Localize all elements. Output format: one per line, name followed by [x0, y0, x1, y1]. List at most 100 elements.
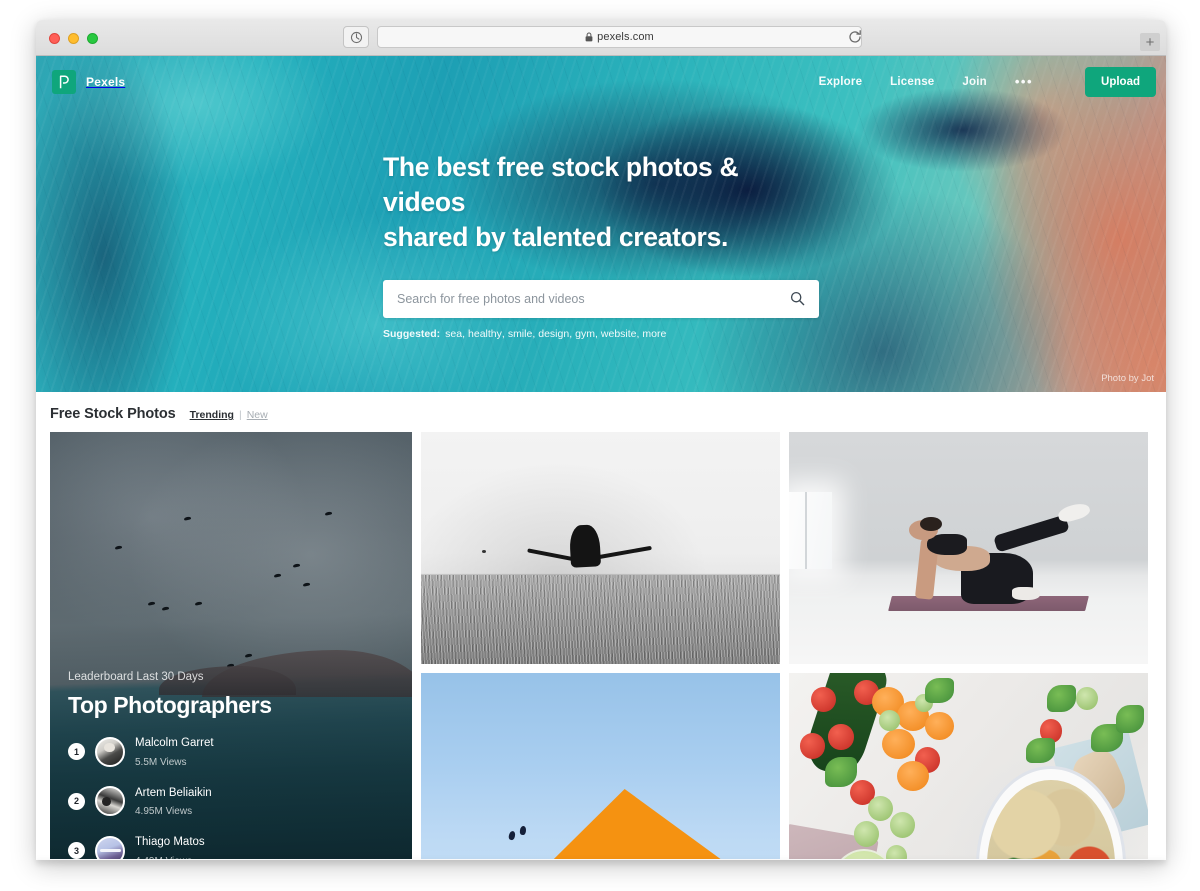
leaderboard: Leaderboard Last 30 Days Top Photographe…	[50, 671, 412, 859]
photo-thumbnail	[789, 432, 1148, 664]
suggested-tag-website[interactable]: website	[601, 328, 637, 340]
reload-button[interactable]	[847, 29, 863, 45]
photo-detail-sprout	[853, 821, 879, 847]
photographer-info: Thiago Matos 4.49M Views	[135, 832, 205, 859]
hero-title-line-1: The best free stock photos & videos	[383, 152, 739, 218]
toggle-separator: |	[238, 409, 242, 421]
photo-detail-sprout	[889, 812, 915, 838]
photographer-views: 5.5M Views	[135, 756, 187, 768]
suggested-tag-sea[interactable]: sea	[445, 328, 462, 340]
photo-detail-herb	[1025, 737, 1055, 764]
top-photographers-card: Leaderboard Last 30 Days Top Photographe…	[50, 432, 412, 859]
photo-detail-window	[789, 492, 833, 569]
nav-item-explore[interactable]: Explore	[819, 76, 863, 88]
leaderboard-kicker: Leaderboard Last 30 Days	[68, 671, 204, 684]
reader-view-button[interactable]	[343, 26, 369, 48]
search-icon	[790, 292, 805, 306]
leaderboard-title: Top Photographers	[68, 692, 272, 719]
photo-thumbnail	[789, 673, 1148, 859]
new-tab-button[interactable]: +	[1140, 33, 1160, 51]
search-input[interactable]	[383, 291, 784, 306]
photo-card-yoga-pose[interactable]	[789, 432, 1148, 664]
hero-title-line-2: shared by talented creators.	[383, 222, 729, 253]
avatar[interactable]	[95, 786, 125, 817]
suggested-tag-smile[interactable]: smile	[508, 328, 533, 340]
hero-photo-credit[interactable]: Photo by Jot	[1101, 373, 1154, 384]
navbar-links: Explore License Join ••• Upload	[819, 67, 1156, 97]
suggested-tag-design[interactable]: design	[538, 328, 569, 340]
tab-new[interactable]: New	[247, 409, 268, 421]
photo-detail-sprout	[867, 795, 894, 822]
search-submit-button[interactable]	[784, 291, 819, 306]
content-section: Free Stock Photos Trending | New Leaderb…	[36, 392, 1166, 859]
close-window-button[interactable]	[49, 33, 60, 44]
nav-item-join[interactable]: Join	[962, 76, 986, 88]
nav-more-menu-button[interactable]: •••	[1015, 75, 1033, 88]
page-title: Free Stock Photos	[50, 406, 176, 422]
screenshot-root: pexels.com + Pexels Explore License Join…	[0, 0, 1200, 891]
photo-thumbnail	[421, 673, 780, 859]
suggested-tag-gym[interactable]: gym	[575, 328, 595, 340]
photo-thumbnail	[421, 432, 780, 664]
suggested-label: Suggested:	[383, 327, 441, 340]
photographer-name[interactable]: Thiago Matos	[135, 836, 205, 848]
leaderboard-row[interactable]: 1 Malcolm Garret 5.5M Views	[68, 733, 394, 770]
hero-title: The best free stock photos & videos shar…	[383, 150, 819, 256]
suggested-tag-healthy[interactable]: healthy	[468, 328, 502, 340]
address-bar-url: pexels.com	[597, 31, 654, 43]
photo-grid: Leaderboard Last 30 Days Top Photographe…	[50, 432, 1152, 859]
photo-detail-bird	[507, 830, 516, 841]
photographer-views: 4.49M Views	[135, 856, 192, 859]
photographer-info: Malcolm Garret 5.5M Views	[135, 733, 214, 770]
brand-home-link[interactable]: Pexels	[52, 70, 125, 94]
minimize-window-button[interactable]	[68, 33, 79, 44]
photo-card-orange-roof[interactable]	[421, 673, 780, 859]
window-controls	[49, 33, 98, 44]
logo-p-glyph	[59, 75, 69, 89]
nav-item-license[interactable]: License	[890, 76, 934, 88]
browser-window: pexels.com + Pexels Explore License Join…	[36, 20, 1166, 860]
brand-name: Pexels	[86, 75, 126, 89]
suggested-tag-more[interactable]: more	[642, 328, 666, 340]
photo-detail-roof	[421, 789, 780, 859]
photo-detail-herb	[1047, 684, 1077, 713]
photo-detail-herb	[925, 677, 955, 704]
new-tab-label: +	[1145, 33, 1155, 51]
photo-detail-tomato	[810, 686, 836, 713]
hero-search-bar[interactable]	[383, 279, 819, 318]
photo-detail-sprout	[885, 844, 908, 859]
rank-badge: 1	[68, 743, 85, 761]
photo-detail-herb	[1115, 705, 1145, 734]
photo-detail-shoe-raised	[1056, 500, 1092, 525]
pexels-p-logo-icon	[52, 70, 76, 94]
avatar[interactable]	[95, 835, 125, 859]
leaderboard-row[interactable]: 2 Artem Beliaikin 4.95M Views	[68, 783, 394, 820]
photo-detail-figure	[568, 524, 602, 568]
hero-content: The best free stock photos & videos shar…	[383, 150, 819, 340]
photo-detail-carrot-slice	[925, 712, 955, 741]
leaderboard-row[interactable]: 3 Thiago Matos 4.49M Views	[68, 832, 394, 859]
photo-detail-raised-leg	[992, 514, 1070, 553]
maximize-window-button[interactable]	[87, 33, 98, 44]
page-viewport: Pexels Explore License Join ••• Upload T…	[36, 56, 1166, 859]
site-navbar: Pexels Explore License Join ••• Upload	[36, 56, 1166, 108]
lock-icon	[585, 32, 593, 42]
section-header: Free Stock Photos Trending | New	[50, 406, 1152, 432]
avatar[interactable]	[95, 736, 125, 767]
tab-trending[interactable]: Trending	[190, 409, 234, 421]
photo-card-vegetable-flatlay[interactable]	[789, 673, 1148, 859]
photographer-name[interactable]: Artem Beliaikin	[135, 787, 212, 799]
photo-detail-tomato	[799, 733, 825, 759]
photo-detail-tomato	[828, 724, 854, 750]
rank-badge: 3	[68, 842, 85, 859]
photo-card-woman-in-field[interactable]	[421, 432, 780, 664]
upload-button[interactable]: Upload	[1085, 67, 1156, 97]
photo-detail-shoe-down	[1011, 587, 1041, 601]
address-bar[interactable]: pexels.com	[377, 26, 862, 48]
photo-detail-bird	[519, 825, 527, 836]
photographer-name[interactable]: Malcolm Garret	[135, 737, 214, 749]
browser-chrome: pexels.com +	[36, 20, 1166, 56]
photo-detail-herb	[824, 756, 858, 787]
reader-view-icon	[350, 31, 362, 43]
hero-section: Pexels Explore License Join ••• Upload T…	[36, 56, 1166, 392]
